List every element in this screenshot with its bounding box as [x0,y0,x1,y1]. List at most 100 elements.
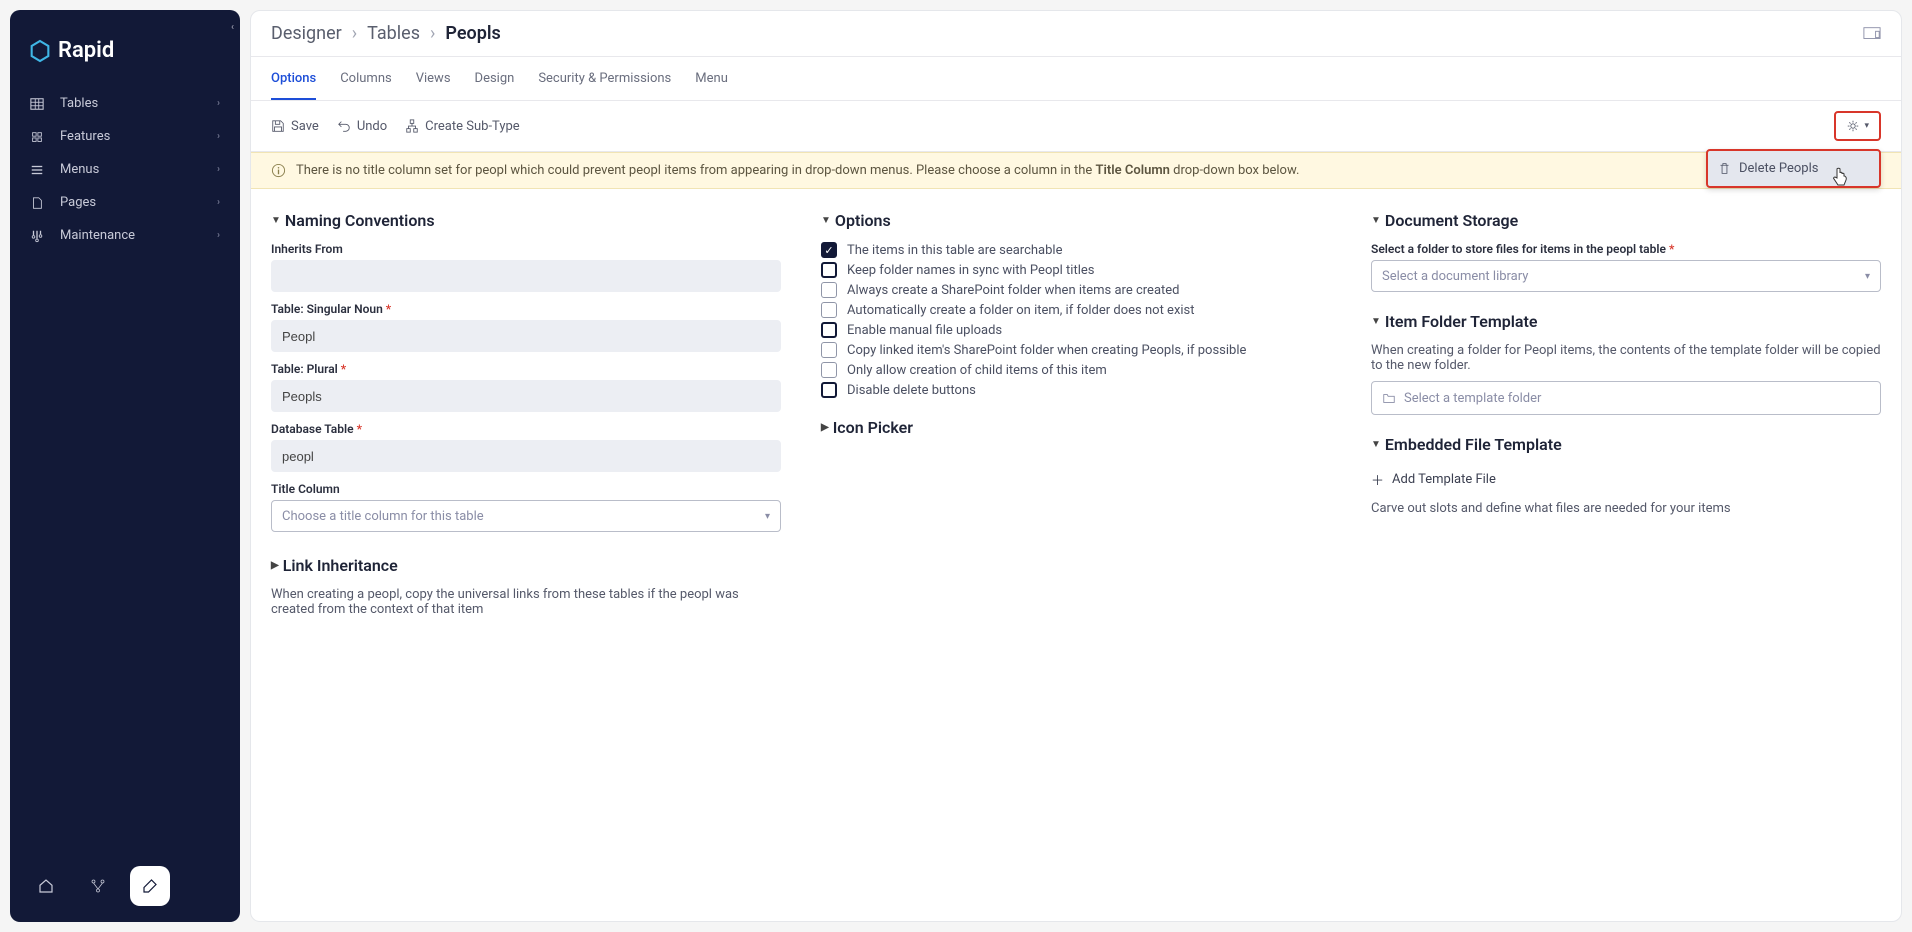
designer-button[interactable] [130,866,170,906]
home-button[interactable] [26,866,66,906]
content: ▼ Naming Conventions Inherits From Table… [251,189,1901,921]
create-subtype-label: Create Sub-Type [425,119,520,134]
nav-label: Tables [60,96,98,111]
delete-peopls-menuitem[interactable]: Delete Peopls [1716,157,1871,180]
label-inherits: Inherits From [271,242,781,256]
brand-logo-icon [30,39,50,63]
plus-icon: ＋ [1371,470,1384,489]
input-singular[interactable] [271,320,781,352]
option-row: Disable delete buttons [821,382,1331,398]
section-naming-conventions[interactable]: ▼ Naming Conventions [271,211,781,230]
gear-dropdown-menu: Delete Peopls [1706,149,1881,188]
nav-label: Features [60,129,110,144]
tabs: Options Columns Views Design Security & … [251,57,1901,101]
triangle-down-icon: ▼ [1371,316,1381,327]
checkbox[interactable] [821,302,837,318]
tab-columns[interactable]: Columns [340,57,392,100]
column-storage: ▼ Document Storage Select a folder to st… [1371,205,1881,905]
gear-dropdown-button[interactable]: ▾ [1834,111,1881,141]
delete-label: Delete Peopls [1739,161,1818,176]
breadcrumb-designer[interactable]: Designer [271,23,342,44]
maintenance-icon [30,229,48,243]
checkbox[interactable] [821,342,837,358]
folder-icon [1382,391,1396,405]
input-inherits[interactable] [271,260,781,292]
header-screen-icon[interactable] [1863,26,1881,42]
sidebar-item-pages[interactable]: Pages › [10,186,240,219]
section-options[interactable]: ▼ Options [821,211,1331,230]
option-row: Enable manual file uploads [821,322,1331,338]
triangle-down-icon: ▼ [271,215,281,226]
tab-options[interactable]: Options [271,57,316,100]
section-link-inheritance[interactable]: ▶ Link Inheritance [271,556,781,575]
option-row: Copy linked item's SharePoint folder whe… [821,342,1331,358]
triangle-right-icon: ▶ [821,422,829,433]
chevron-right-icon: › [217,131,220,142]
item-template-desc: When creating a folder for Peopl items, … [1371,343,1881,373]
save-button[interactable]: Save [271,119,319,134]
nav-label: Maintenance [60,228,135,243]
option-row: Automatically create a folder on item, i… [821,302,1331,318]
sidebar-item-tables[interactable]: Tables › [10,87,240,120]
column-naming: ▼ Naming Conventions Inherits From Table… [271,205,781,905]
workflow-button[interactable] [78,866,118,906]
info-icon [271,163,286,178]
chevron-right-icon: › [217,197,220,208]
triangle-down-icon: ▼ [1371,215,1381,226]
checkbox[interactable] [821,262,837,278]
save-icon [271,119,285,133]
sidebar: ‹ Rapid Tables › Features › Menus › [10,10,240,922]
menus-icon [30,163,48,177]
sidebar-item-features[interactable]: Features › [10,120,240,153]
input-db[interactable] [271,440,781,472]
chevron-right-icon: › [217,230,220,241]
label-title-column: Title Column [271,482,781,496]
gear-icon [1846,119,1860,133]
undo-button[interactable]: Undo [337,119,387,134]
trash-icon [1718,162,1731,175]
checkbox[interactable] [821,382,837,398]
select-document-library[interactable]: Select a document library ▾ [1371,260,1881,292]
chevron-down-icon: ▾ [1865,271,1870,282]
brand-name: Rapid [58,38,114,63]
table-icon [30,97,48,111]
warning-bar: There is no title column set for peopl w… [251,152,1901,189]
sidebar-nav: Tables › Features › Menus › Pages › Main… [10,87,240,850]
checkbox[interactable] [821,282,837,298]
section-embedded-file-template[interactable]: ▼ Embedded File Template [1371,435,1881,454]
chevron-right-icon: › [217,164,220,175]
section-item-folder-template[interactable]: ▼ Item Folder Template [1371,312,1881,331]
header: Designer › Tables › Peopls [251,11,1901,57]
main-panel: Designer › Tables › Peopls Options Colum… [250,10,1902,922]
tab-menu[interactable]: Menu [695,57,728,100]
triangle-right-icon: ▶ [271,560,279,571]
breadcrumb: Designer › Tables › Peopls [271,23,501,44]
label-storage-folder: Select a folder to store files for items… [1371,242,1881,256]
chevron-right-icon: › [352,23,357,44]
brand: Rapid [10,10,240,87]
nav-label: Menus [60,162,99,177]
section-icon-picker[interactable]: ▶ Icon Picker [821,418,1331,437]
sidebar-item-menus[interactable]: Menus › [10,153,240,186]
sidebar-collapse-chevron[interactable]: ‹ [231,22,234,33]
input-plural[interactable] [271,380,781,412]
embedded-desc: Carve out slots and define what files ar… [1371,501,1881,516]
checkbox[interactable] [821,322,837,338]
tab-security[interactable]: Security & Permissions [538,57,671,100]
select-title-column[interactable]: Choose a title column for this table ▾ [271,500,781,532]
tab-views[interactable]: Views [416,57,451,100]
option-row: Only allow creation of child items of th… [821,362,1331,378]
warning-text: There is no title column set for peopl w… [296,163,1299,178]
checkbox[interactable] [821,362,837,378]
section-document-storage[interactable]: ▼ Document Storage [1371,211,1881,230]
add-template-file-button[interactable]: ＋ Add Template File [1371,466,1881,493]
select-template-folder[interactable]: Select a template folder [1371,381,1881,415]
label-singular: Table: Singular Noun * [271,302,781,316]
features-icon [30,130,48,144]
tab-design[interactable]: Design [475,57,515,100]
breadcrumb-tables[interactable]: Tables [367,23,420,44]
sidebar-item-maintenance[interactable]: Maintenance › [10,219,240,252]
create-subtype-button[interactable]: Create Sub-Type [405,119,520,134]
checkbox[interactable] [821,242,837,258]
link-inheritance-desc: When creating a peopl, copy the universa… [271,587,781,617]
